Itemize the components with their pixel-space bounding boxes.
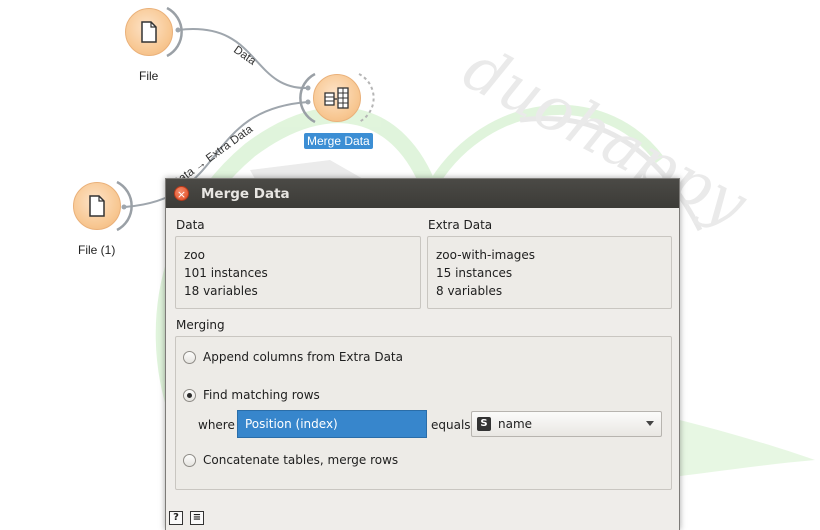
data-section-title: Data: [176, 218, 205, 232]
left-attribute-combo[interactable]: Position (index): [237, 410, 427, 438]
merge-table-icon: [324, 87, 349, 109]
data-info-box: zoo 101 instances 18 variables: [175, 236, 421, 309]
where-label: where: [198, 418, 235, 432]
node-merge-data[interactable]: Merge Data: [304, 74, 384, 154]
document-icon: [89, 195, 105, 217]
option-find-matching-rows[interactable]: Find matching rows: [183, 388, 320, 402]
merging-section-title: Merging: [176, 318, 225, 332]
data-info-name: zoo: [184, 248, 205, 262]
node-file-1-label: File (1): [78, 243, 116, 257]
close-button[interactable]: ×: [174, 186, 189, 201]
document-icon: [141, 21, 157, 43]
node-merge-label: Merge Data: [304, 133, 373, 149]
node-merge-circle[interactable]: [313, 74, 361, 122]
dialog-body: Data zoo 101 instances 18 variables Extr…: [166, 208, 679, 530]
report-icon[interactable]: ≡: [190, 511, 204, 525]
dialog-titlebar[interactable]: × Merge Data: [166, 179, 679, 208]
right-attribute-combo[interactable]: S name: [471, 411, 662, 437]
concatenate-tables-label: Concatenate tables, merge rows: [203, 453, 399, 467]
append-columns-label: Append columns from Extra Data: [203, 350, 403, 364]
node-file-1[interactable]: File (1): [73, 182, 143, 262]
option-concatenate-tables[interactable]: Concatenate tables, merge rows: [183, 453, 398, 467]
merge-data-dialog: × Merge Data Data zoo 101 instances 18 v…: [165, 178, 680, 530]
node-file-1-circle[interactable]: [73, 182, 121, 230]
workflow-canvas[interactable]: duohappy File File (1) Merge Data Data D…: [0, 0, 820, 530]
option-append-columns[interactable]: Append columns from Extra Data: [183, 350, 403, 364]
node-file-label: File: [139, 69, 159, 83]
extra-info-instances: 15 instances: [436, 266, 513, 280]
close-icon: ×: [176, 188, 187, 201]
string-type-icon: S: [477, 417, 491, 431]
data-info-variables: 18 variables: [184, 284, 258, 298]
node-file[interactable]: File: [125, 8, 185, 88]
help-icon[interactable]: ?: [169, 511, 183, 525]
extra-data-section-title: Extra Data: [428, 218, 493, 232]
concatenate-tables-radio[interactable]: [183, 453, 196, 467]
data-info-instances: 101 instances: [184, 266, 268, 280]
extra-info-variables: 8 variables: [436, 284, 503, 298]
find-matching-rows-radio[interactable]: [183, 388, 196, 402]
equals-label: equals: [431, 418, 471, 432]
right-attribute-value: name: [498, 417, 533, 431]
append-columns-radio[interactable]: [183, 350, 196, 364]
dialog-title: Merge Data: [201, 185, 290, 202]
extra-info-name: zoo-with-images: [436, 248, 535, 262]
find-matching-rows-label: Find matching rows: [203, 388, 320, 402]
extra-data-info-box: zoo-with-images 15 instances 8 variables: [427, 236, 672, 309]
node-file-circle[interactable]: [125, 8, 173, 56]
chevron-down-icon: [646, 421, 654, 426]
